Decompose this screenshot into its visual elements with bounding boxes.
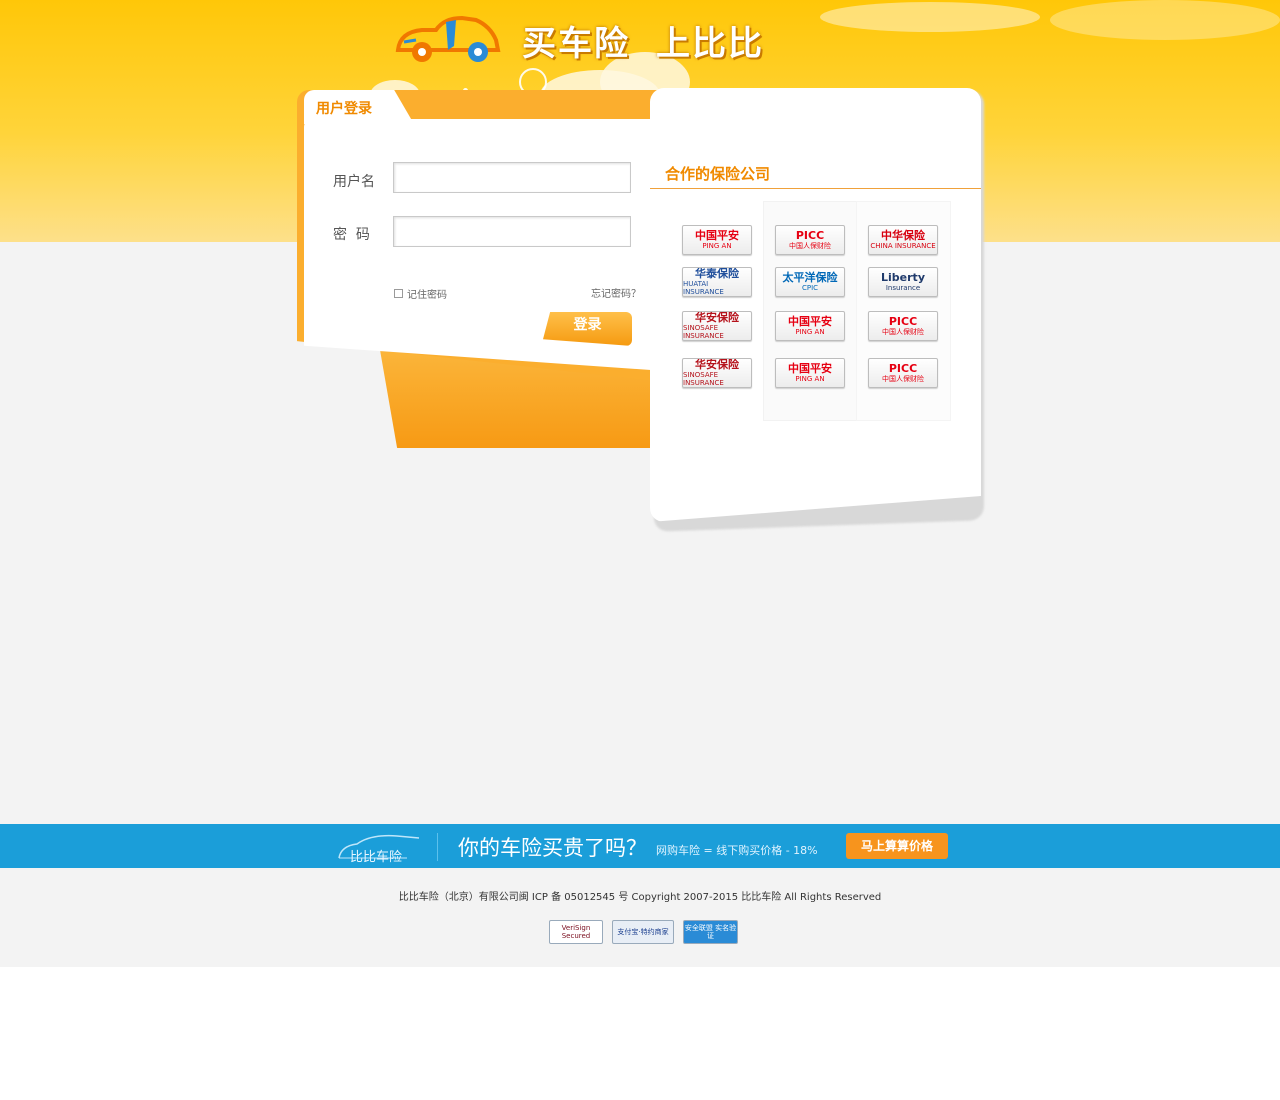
logo-sub-text: PING AN — [795, 375, 825, 383]
partner-title-divider — [650, 188, 981, 189]
logo-sub-text: CHINA INSURANCE — [870, 242, 936, 250]
china-insurance-logo[interactable]: 中华保险 CHINA INSURANCE — [868, 225, 938, 255]
logo-sub-text: 中国人保财险 — [882, 375, 924, 383]
slogan-buy: 买车险 — [522, 24, 630, 64]
logo-main-text: 中国平安 — [788, 315, 832, 328]
remember-checkbox[interactable] — [394, 289, 403, 298]
banner-question: 你的车险买贵了吗？ — [458, 836, 647, 860]
login-panel: 用户登录 用户名 密 码 记住密码 忘记密码？ 登录 — [297, 90, 665, 382]
sinosafe-logo[interactable]: 华安保险 SINOSAFE INSURANCE — [682, 311, 752, 341]
remember-password[interactable]: 记住密码 — [394, 286, 447, 301]
login-button[interactable]: 登录 — [543, 312, 632, 346]
slogan-compare: 上比比 — [656, 24, 764, 64]
calculate-price-button[interactable]: 马上算算价格 — [846, 833, 948, 859]
logo-main-text: 华安保险 — [695, 311, 739, 324]
logo-main-text: PICC — [888, 315, 918, 328]
logo-main-text: 中华保险 — [881, 229, 925, 242]
logo-sub-text: Insurance — [885, 284, 921, 292]
logo-sub-text: 中国人保财险 — [882, 328, 924, 336]
liberty-logo[interactable]: Liberty Insurance — [868, 267, 938, 297]
copyright-text: 比比车险（北京）有限公司闽 ICP 备 05012545 号 Copyright… — [398, 892, 882, 903]
logo-sub-text: 中国人保财险 — [789, 242, 831, 250]
cloud-decoration — [820, 2, 1040, 32]
logo-sub-text: SINOSAFE INSURANCE — [683, 371, 724, 387]
username-label: 用户名 — [333, 174, 375, 190]
logo-main-text: 中国平安 — [788, 362, 832, 375]
banner-formula: 网购车险 = 线下购买价格 - 18% — [656, 844, 818, 857]
picc-logo-2[interactable]: PICC 中国人保财险 — [868, 311, 938, 341]
logo-sub-text: SINOSAFE INSURANCE — [683, 324, 724, 340]
safety-alliance-badge[interactable]: 安全联盟 实名验证 — [683, 920, 738, 944]
banner-logo-text: 比比车险 — [350, 850, 403, 865]
alipay-badge[interactable]: 支付宝·特约商家 — [612, 920, 674, 944]
login-form: 用户名 密 码 记住密码 忘记密码？ 登录 — [304, 119, 665, 371]
forgot-password-link[interactable]: 忘记密码？ — [591, 285, 641, 300]
login-tab-title: 用户登录 — [316, 101, 372, 117]
username-input[interactable] — [393, 162, 631, 193]
logo-main-text: 华安保险 — [695, 358, 739, 371]
huatai-logo[interactable]: 华泰保险 HUATAI INSURANCE — [682, 267, 752, 297]
banner-divider — [437, 833, 438, 861]
picc-logo[interactable]: PICC 中国人保财险 — [775, 225, 845, 255]
logo-sub-text: PING AN — [702, 242, 732, 250]
car-logo-icon — [395, 15, 501, 62]
logo-main-text: Liberty — [881, 271, 925, 284]
cloud-decoration — [1050, 0, 1280, 40]
partner-panel: 合作的保险公司 中国平安 PING AN PICC 中国人保财险 中华保险 CHINA I… — [650, 88, 981, 522]
pingan-logo-3[interactable]: 中国平安 PING AN — [775, 358, 845, 388]
logo-sub-text: HUATAI INSURANCE — [683, 280, 724, 296]
pingan-logo[interactable]: 中国平安 PING AN — [682, 225, 752, 255]
partner-title: 合作的保险公司 — [665, 165, 771, 183]
password-input[interactable] — [393, 216, 631, 247]
logo-main-text: 华泰保险 — [695, 267, 739, 280]
password-label: 密 码 — [333, 227, 370, 243]
cpic-logo[interactable]: 太平洋保险 CPIC — [775, 267, 845, 297]
logo-main-text: PICC — [795, 229, 825, 242]
remember-label: 记住密码 — [407, 290, 447, 301]
picc-logo-3[interactable]: PICC 中国人保财险 — [868, 358, 938, 388]
verisign-badge[interactable]: VeriSign Secured — [549, 920, 603, 944]
logo-main-text: 中国平安 — [695, 229, 739, 242]
logo-main-text: 太平洋保险 — [782, 271, 838, 284]
pingan-logo-2[interactable]: 中国平安 PING AN — [775, 311, 845, 341]
logo-sub-text: CPIC — [801, 284, 819, 292]
logo-sub-text: PING AN — [795, 328, 825, 336]
logo-main-text: PICC — [888, 362, 918, 375]
sinosafe-logo-2[interactable]: 华安保险 SINOSAFE INSURANCE — [682, 358, 752, 388]
